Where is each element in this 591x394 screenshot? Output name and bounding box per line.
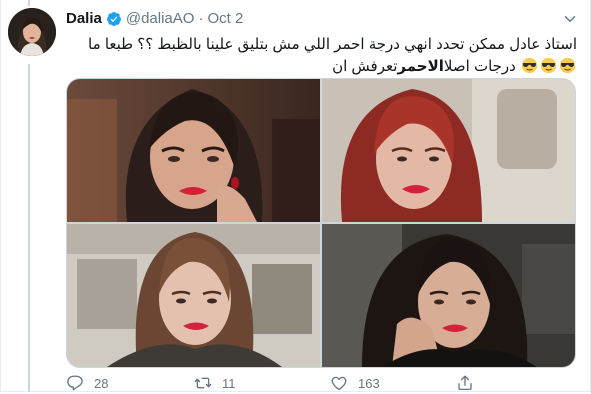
avatar[interactable] xyxy=(8,8,56,56)
like-icon xyxy=(331,376,347,391)
author-name[interactable]: Dalia xyxy=(66,10,102,27)
thread-line xyxy=(28,64,30,392)
like-count: 163 xyxy=(358,375,380,391)
reply-count: 28 xyxy=(94,375,109,391)
tweet-actions: 28 11 163 xyxy=(66,374,574,394)
verified-badge-icon xyxy=(106,11,122,27)
photo-4[interactable] xyxy=(322,224,575,367)
photo-2[interactable] xyxy=(322,79,575,222)
reply-button[interactable]: 28 xyxy=(66,374,108,392)
tweet-text-line2: درجات اصلاالاحمرتعرفش ان xyxy=(66,56,577,78)
sunglasses-emoji-icon xyxy=(559,57,576,74)
tweet-text-line2-pre: تعرفش ان xyxy=(332,58,398,75)
tweet-text-line2-post: درجات اصلا xyxy=(443,58,520,75)
thread-line-top xyxy=(28,0,30,6)
author-handle[interactable]: @daliaAO xyxy=(126,10,195,27)
tweet-header: Dalia @daliaAO · Oct 2 xyxy=(66,10,243,27)
photo-3[interactable] xyxy=(67,224,320,367)
like-button[interactable]: 163 xyxy=(330,374,380,392)
tweet-text-line1: استاذ عادل ممكن تحدد انهي درجة احمر اللي… xyxy=(88,36,577,53)
photo-1[interactable] xyxy=(67,79,320,222)
media-grid xyxy=(66,78,576,368)
sunglasses-emoji-icon xyxy=(540,57,557,74)
separator-dot: · xyxy=(198,10,204,27)
retweet-button[interactable]: 11 xyxy=(194,374,236,392)
share-button[interactable] xyxy=(456,374,484,392)
chevron-down-icon[interactable] xyxy=(561,10,579,28)
tweet-date[interactable]: Oct 2 xyxy=(207,10,243,27)
retweet-count: 11 xyxy=(222,375,236,391)
tweet-text-bold-word: الاحمر xyxy=(397,58,444,75)
retweet-icon xyxy=(194,377,212,389)
sunglasses-emoji-icon xyxy=(521,57,538,74)
tweet-text: استاذ عادل ممكن تحدد انهي درجة احمر اللي… xyxy=(66,34,577,78)
share-icon xyxy=(458,375,472,391)
reply-icon xyxy=(67,375,83,391)
